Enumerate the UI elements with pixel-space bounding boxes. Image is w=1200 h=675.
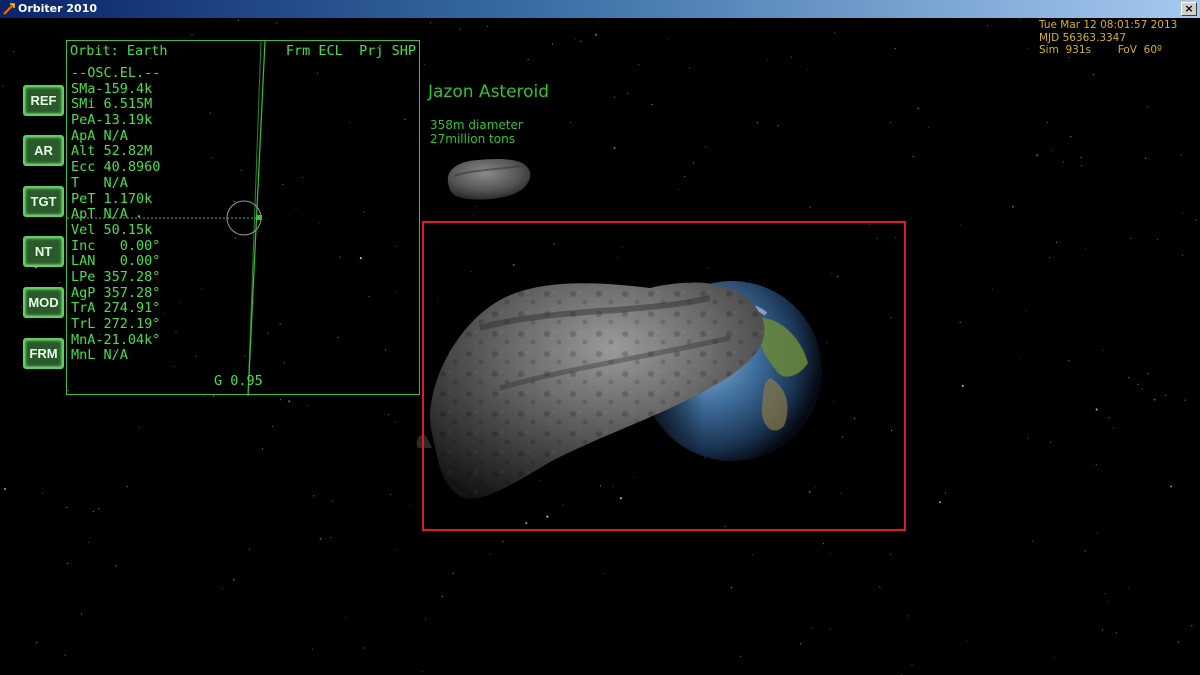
frame-label: Frm [285,43,311,59]
field-of-view: FoV 60º [1117,44,1162,56]
projection-value: SHP [391,43,416,59]
element-row: PeA-13.19k [71,112,153,129]
target-diameter: 358m diameter [430,118,523,132]
mfd-title: Orbit: Earth [70,43,168,59]
element-row: SMa-159.4k [71,80,153,97]
sim-elapsed: Sim 931s [1039,44,1091,56]
elements-section-header: --OSC.EL.-- [71,65,161,81]
window-titlebar[interactable]: Orbiter 2010 × [0,0,1200,18]
element-row: TrL 272.19° [71,316,161,332]
mfd-frame-projection: Frm ECL Prj SHP [286,43,416,59]
target-name-label: Jazon Asteroid [428,82,550,102]
asteroid-preview-image [447,158,531,200]
element-row: Inc 0.00° [71,237,161,254]
mfd-ar-button[interactable]: AR [23,135,64,166]
element-row: SMi 6.515M [71,96,153,113]
target-info: 358m diameter 27million tons [430,118,523,146]
orbital-elements-list: --OSC.EL.-- SMa-159.4k SMi 6.515M PeA-13… [71,65,161,364]
element-row: MnL N/A [71,347,128,364]
element-row: MnA-21.04k° [71,331,161,348]
orbiter-app-icon [3,3,15,15]
mfd-ref-button[interactable]: REF [23,85,64,116]
element-row: T N/A [71,174,128,191]
window-title: Orbiter 2010 [18,2,98,15]
3d-viewport[interactable]: REF AR TGT NT MOD FRM Orbit: Earth Frm E… [0,18,1200,675]
sim-date: Tue Mar 12 08:01:57 2013 [1039,19,1178,31]
element-row: LPe 357.28° [71,268,161,285]
element-row: ApA N/A [71,127,128,144]
mfd-footer-gravity: G 0.95 [214,373,263,389]
element-row: TrA 274.91° [71,300,161,317]
mfd-frm-button[interactable]: FRM [23,338,64,369]
selection-highlight-box [422,221,906,531]
mfd-tgt-button[interactable]: TGT [23,186,64,217]
sim-status-readout: Tue Mar 12 08:01:57 2013 MJD 56363.3347 … [1039,19,1177,57]
element-row: AgP 357.28° [71,284,161,301]
element-row: ApT N/A [71,206,128,223]
sim-time-fov: Sim 931s FoV 60º [1039,44,1177,57]
element-row: Ecc 40.8960 [71,159,161,176]
projection-label: Prj [359,43,384,59]
orbit-mfd-panel[interactable]: Orbit: Earth Frm ECL Prj SHP --OSC.EL.--… [66,40,420,396]
window-close-button[interactable]: × [1181,2,1197,16]
mfd-nt-button[interactable]: NT [23,236,64,267]
frame-value: ECL [318,43,343,59]
element-row: LAN 0.00° [71,253,161,270]
element-row: Alt 52.82M [71,143,153,160]
element-row: Vel 50.15k [71,221,153,238]
mfd-mod-button[interactable]: MOD [23,287,64,318]
target-mass: 27million tons [430,132,515,146]
sim-mjd: MJD 56363.3347 [1039,31,1127,44]
element-row: PeT 1.170k [71,190,153,207]
